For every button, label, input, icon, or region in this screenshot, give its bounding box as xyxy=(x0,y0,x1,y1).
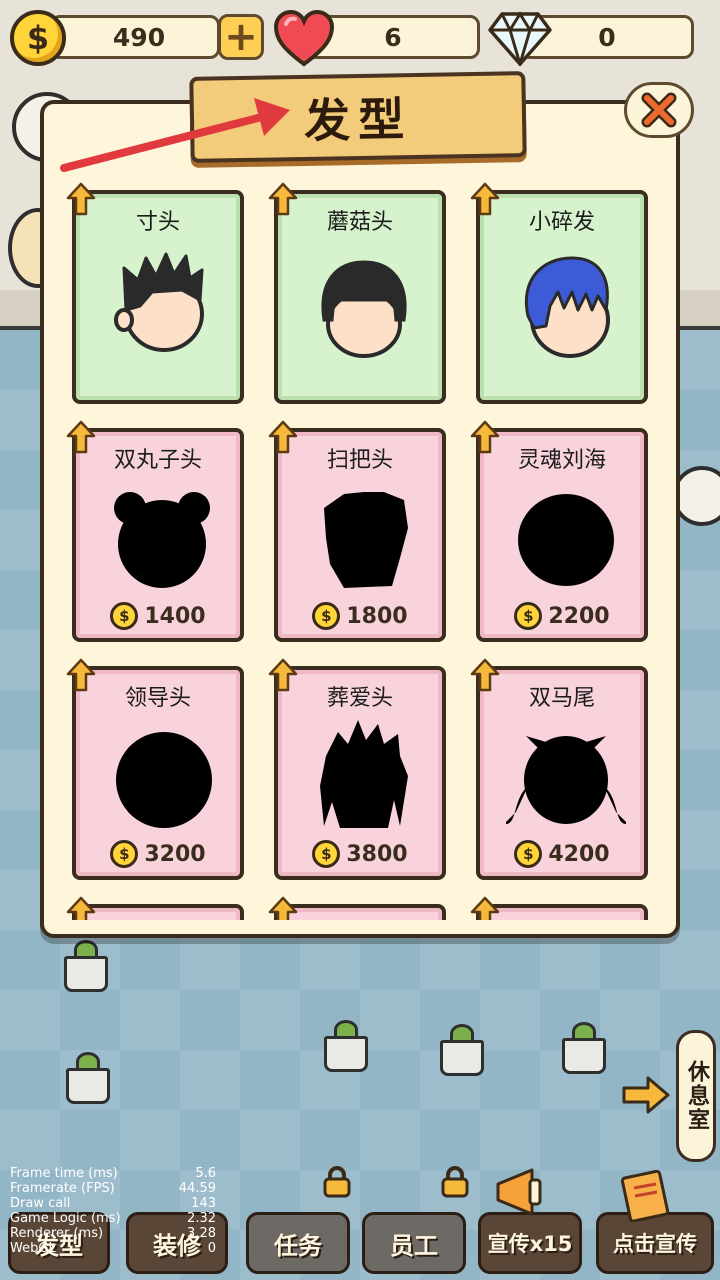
price-value: 3200 xyxy=(144,841,206,867)
tutorial-arrow-icon xyxy=(60,98,290,172)
debug-row: Frame time (ms) 5.6 xyxy=(10,1166,216,1181)
hairstyle-card[interactable]: 扫把头 $ 1800 xyxy=(268,420,446,642)
hairstyle-name: 领导头 xyxy=(124,686,191,711)
lock-icon xyxy=(441,1166,469,1198)
debug-stats-overlay: Frame time (ms) 5.6 Framerate (FPS) 44.59 … xyxy=(10,1166,216,1256)
plant-pot[interactable] xyxy=(66,1052,110,1104)
soul-bangs-silhouette-icon xyxy=(518,494,614,586)
debug-row: Renderer (ms) 3.28 xyxy=(10,1226,216,1241)
tasks-tab-label: 任务 xyxy=(274,1231,322,1260)
price-value: 1400 xyxy=(144,603,206,629)
debug-row: Game Logic (ms) 2.32 xyxy=(10,1211,216,1226)
price-tag: $ 1400 xyxy=(76,602,240,630)
price-tag: $ 3200 xyxy=(76,840,240,868)
twin-tails-silhouette-icon xyxy=(506,736,626,824)
close-icon xyxy=(641,92,677,128)
gem-count: 0 xyxy=(598,22,616,52)
coin-icon: $ xyxy=(110,602,139,630)
hairstyle-name: 扫把头 xyxy=(326,448,393,473)
staff-tab-label: 员工 xyxy=(390,1231,438,1260)
hairstyle-card[interactable]: 领导头 $ 3200 xyxy=(66,658,244,880)
price-value: 2200 xyxy=(548,603,610,629)
hairstyle-grid[interactable]: 寸头 蘑菇头 小碎发 双丸子头 $ 1400 扫把头 $ 1800 灵魂刘海 $… xyxy=(60,180,664,920)
hairstyle-name: 葬爱头 xyxy=(326,686,393,711)
plant-pot[interactable] xyxy=(324,1020,368,1072)
coin-icon: $ xyxy=(312,602,341,630)
coin-icon: $ xyxy=(312,840,341,868)
hairstyle-card[interactable]: 双马尾 $ 4200 xyxy=(470,658,648,880)
click-promote-label: 点击宣传 xyxy=(613,1232,697,1256)
close-button[interactable] xyxy=(624,82,694,138)
double-bun-silhouette-icon xyxy=(114,492,210,588)
hairstyle-name: 小碎发 xyxy=(528,210,595,235)
up-arrow-icon xyxy=(66,896,96,920)
plant-pot[interactable] xyxy=(562,1022,606,1074)
hairstyle-name: 双马尾 xyxy=(528,686,595,711)
emo-hair-silhouette-icon xyxy=(320,720,408,828)
lounge-label: 休息室 xyxy=(684,1060,709,1132)
hairstyle-card[interactable]: 葬爱头 $ 3800 xyxy=(268,658,446,880)
price-tag: $ 1800 xyxy=(278,602,442,630)
hairstyle-card[interactable] xyxy=(268,896,446,920)
promote-x15-label: 宣传x15 xyxy=(487,1232,573,1256)
coin-icon: $ xyxy=(10,10,66,66)
messy-bangs-hair-icon xyxy=(524,256,610,358)
plant-pot[interactable] xyxy=(64,940,108,992)
debug-row: Draw call 143 xyxy=(10,1196,216,1211)
hairstyle-name: 蘑菇头 xyxy=(326,210,393,235)
hairstyle-card[interactable]: 灵魂刘海 $ 2200 xyxy=(470,420,648,642)
up-arrow-icon xyxy=(268,896,298,920)
debug-row: WebGL 0 xyxy=(10,1241,216,1256)
coin-icon: $ xyxy=(110,840,139,868)
promote-x15-button[interactable]: 宣传x15 xyxy=(478,1212,582,1274)
price-tag: $ 4200 xyxy=(480,840,644,868)
diamond-icon xyxy=(488,11,552,66)
price-tag: $ 3800 xyxy=(278,840,442,868)
hairstyle-card[interactable]: 寸头 xyxy=(66,182,244,404)
up-arrow-icon xyxy=(470,896,500,920)
hairstyle-name: 灵魂刘海 xyxy=(517,448,606,473)
hairstyle-card[interactable]: 小碎发 xyxy=(470,182,648,404)
price-tag: $ 2200 xyxy=(480,602,644,630)
price-value: 3800 xyxy=(346,841,408,867)
staff-tab-button[interactable]: 员工 xyxy=(362,1212,466,1274)
arrow-right-icon xyxy=(622,1076,670,1114)
heart-icon xyxy=(273,9,335,67)
leader-hair-silhouette-icon xyxy=(116,732,212,828)
coin-icon: $ xyxy=(514,602,543,630)
hairstyle-card[interactable] xyxy=(470,896,648,920)
lounge-button[interactable]: 休息室 xyxy=(676,1030,716,1162)
add-coins-button[interactable]: + xyxy=(218,14,264,60)
flyer-icon xyxy=(620,1170,670,1222)
modal-title: 发型 xyxy=(303,92,413,148)
mushroom-hair-icon xyxy=(321,260,407,358)
price-value: 1800 xyxy=(346,603,408,629)
hairstyle-card[interactable]: 双丸子头 $ 1400 xyxy=(66,420,244,642)
heart-count: 6 xyxy=(384,22,402,52)
debug-row: Framerate (FPS) 44.59 xyxy=(10,1181,216,1196)
coin-icon: $ xyxy=(514,840,543,868)
hairstyle-name: 寸头 xyxy=(135,210,180,235)
price-value: 4200 xyxy=(548,841,610,867)
coin-counter: 490 xyxy=(50,15,220,59)
lock-icon xyxy=(323,1166,351,1198)
resource-bar: 490 $ + 6 0 xyxy=(0,0,720,72)
hairstyle-card[interactable]: 蘑菇头 xyxy=(268,182,446,404)
coin-count: 490 xyxy=(112,22,166,52)
plant-pot[interactable] xyxy=(440,1024,484,1076)
broom-hair-silhouette-icon xyxy=(324,492,408,588)
hairstyle-name: 双丸子头 xyxy=(113,448,202,473)
buzz-cut-hair-icon xyxy=(114,252,204,352)
megaphone-icon xyxy=(496,1168,542,1216)
tasks-tab-button[interactable]: 任务 xyxy=(246,1212,350,1274)
hairstyle-card[interactable] xyxy=(66,896,244,920)
